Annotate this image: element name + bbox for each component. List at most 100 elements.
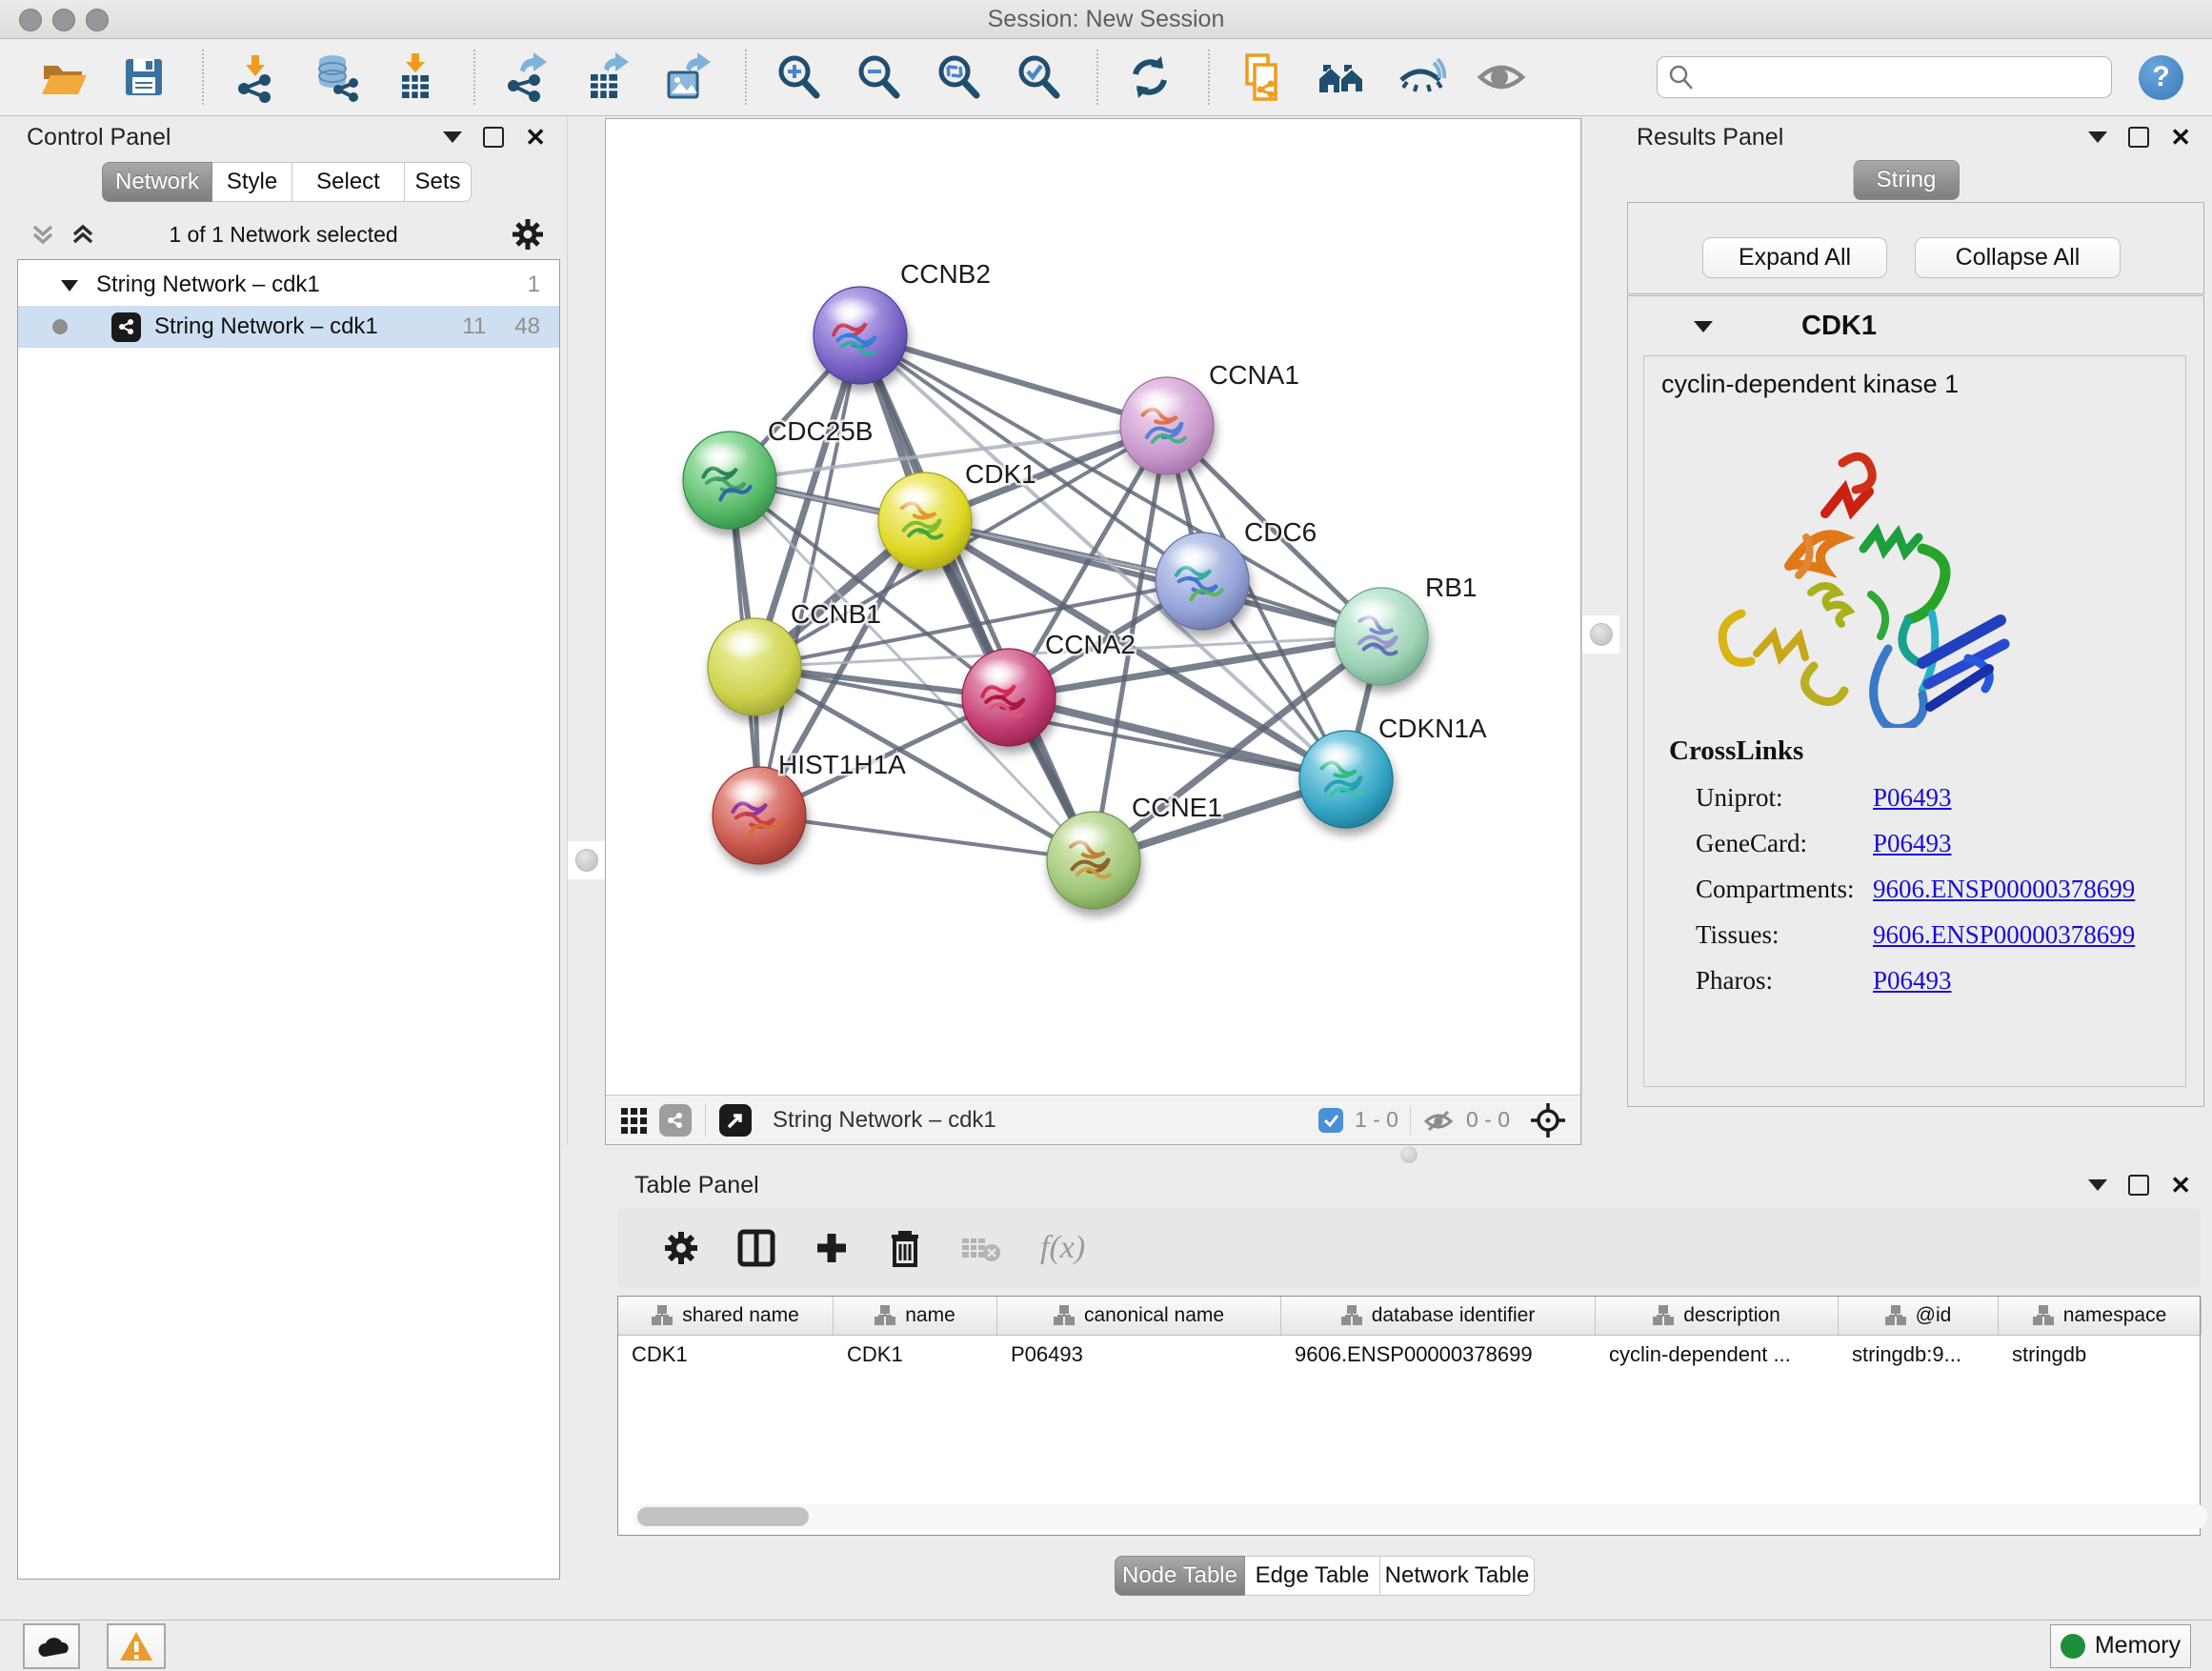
table-settings-gear-icon[interactable]	[663, 1230, 699, 1266]
table-cell[interactable]: CDK1	[618, 1336, 834, 1374]
splitter-handle[interactable]	[1400, 1146, 1418, 1163]
expand-all-button[interactable]: Expand All	[1702, 237, 1887, 278]
svg-text:CCNB2: CCNB2	[900, 259, 991, 289]
memory-label: Memory	[2095, 1632, 2181, 1660]
search-box[interactable]	[1657, 56, 2112, 98]
horizontal-splitter[interactable]	[605, 1145, 2212, 1164]
left-splitter[interactable]	[567, 116, 607, 1145]
export-image-button[interactable]	[659, 50, 714, 105]
import-table-icon	[390, 51, 441, 103]
close-panel-icon[interactable]: ✕	[2170, 1173, 2191, 1198]
import-table-button[interactable]	[388, 50, 443, 105]
show-columns-icon[interactable]	[737, 1229, 775, 1267]
scrollbar-thumb[interactable]	[637, 1507, 809, 1526]
tab-edge-table[interactable]: Edge Table	[1245, 1556, 1380, 1596]
panel-menu-icon[interactable]	[2088, 131, 2107, 143]
hidden-eye-icon[interactable]	[1422, 1106, 1455, 1135]
crosslink-link[interactable]: P06493	[1873, 966, 1952, 996]
close-panel-icon[interactable]: ✕	[2170, 125, 2191, 150]
crosslink-link[interactable]: P06493	[1873, 783, 1952, 813]
zoom-selected-button[interactable]	[1011, 50, 1066, 105]
export-network-button[interactable]	[499, 50, 554, 105]
results-panel-title: Results Panel	[1637, 124, 1783, 151]
table-cell[interactable]: P06493	[997, 1336, 1281, 1374]
show-hidden-button[interactable]	[1474, 50, 1529, 105]
add-column-icon[interactable]	[814, 1230, 850, 1266]
tab-network[interactable]: Network	[102, 162, 212, 202]
hide-selected-button[interactable]	[1394, 50, 1449, 105]
float-panel-icon[interactable]	[2128, 1175, 2149, 1196]
birdseye-view-icon[interactable]	[719, 1104, 752, 1137]
zoom-in-icon	[773, 51, 824, 103]
help-button[interactable]: ?	[2139, 55, 2183, 100]
crosslink-link[interactable]: 9606.ENSP00000378699	[1873, 875, 2135, 904]
right-splitter[interactable]	[1581, 116, 1621, 1145]
splitter-handle[interactable]	[575, 849, 598, 872]
table-row[interactable]: CDK1CDK1P064939606.ENSP00000378699cyclin…	[618, 1336, 2200, 1374]
open-session-button[interactable]	[36, 50, 91, 105]
import-network-button[interactable]	[228, 50, 283, 105]
column-header-namespace[interactable]: namespace	[1999, 1297, 2202, 1335]
search-input[interactable]	[1703, 64, 2111, 91]
toolbar-separator	[1208, 50, 1211, 105]
gene-section-header[interactable]: CDK1	[1628, 296, 2203, 355]
crosslink-label: Pharos:	[1696, 966, 1873, 996]
panel-menu-icon[interactable]	[2088, 1179, 2107, 1191]
export-table-button[interactable]	[579, 50, 634, 105]
close-panel-icon[interactable]: ✕	[525, 125, 546, 150]
table-cell[interactable]: stringdb:9...	[1839, 1336, 1999, 1374]
column-header-database-identifier[interactable]: database identifier	[1281, 1297, 1596, 1335]
warning-icon	[118, 1630, 154, 1662]
zoom-fit-button[interactable]	[931, 50, 986, 105]
splitter-handle[interactable]	[1590, 623, 1613, 646]
tree-expand-icon[interactable]	[60, 277, 79, 292]
zoom-out-icon	[853, 51, 904, 103]
network-collection-row[interactable]: String Network – cdk1 1	[18, 264, 559, 306]
column-header-shared-name[interactable]: shared name	[618, 1297, 834, 1335]
crosslink-link[interactable]: 9606.ENSP00000378699	[1873, 920, 2135, 950]
section-collapse-icon[interactable]	[1693, 317, 1714, 334]
table-cell[interactable]: 9606.ENSP00000378699	[1281, 1336, 1596, 1374]
tab-sets[interactable]: Sets	[405, 162, 472, 202]
column-header-name[interactable]: name	[834, 1297, 997, 1335]
zoom-out-button[interactable]	[851, 50, 906, 105]
crosshair-icon[interactable]	[1529, 1101, 1567, 1139]
gear-icon[interactable]	[512, 218, 544, 251]
memory-button[interactable]: Memory	[2050, 1624, 2191, 1668]
float-panel-icon[interactable]	[483, 127, 504, 148]
table-cell[interactable]: cyclin-dependent ...	[1596, 1336, 1839, 1374]
copy-network-button[interactable]	[1234, 50, 1289, 105]
show-all-networks-button[interactable]	[1314, 50, 1369, 105]
cloud-button[interactable]	[23, 1623, 80, 1669]
panel-menu-icon[interactable]	[443, 131, 462, 143]
collapse-all-button[interactable]: Collapse All	[1915, 237, 2121, 278]
float-panel-icon[interactable]	[2128, 127, 2149, 148]
table-cell[interactable]: stringdb	[1999, 1336, 2202, 1374]
crosslink-row: Tissues: 9606.ENSP00000378699	[1669, 920, 2135, 950]
network-row[interactable]: String Network – cdk1 11 48	[18, 306, 559, 348]
apply-layout-button[interactable]	[1122, 50, 1177, 105]
delete-column-icon[interactable]	[888, 1228, 922, 1268]
tab-node-table[interactable]: Node Table	[1115, 1556, 1245, 1596]
table-cell[interactable]: CDK1	[834, 1336, 997, 1374]
status-bar: Memory	[0, 1620, 2212, 1671]
zoom-in-button[interactable]	[771, 50, 826, 105]
selected-checkbox-icon[interactable]	[1318, 1108, 1343, 1133]
tab-style[interactable]: Style	[212, 162, 292, 202]
save-session-button[interactable]	[116, 50, 171, 105]
import-database-button[interactable]	[308, 50, 363, 105]
grid-view-icon[interactable]	[619, 1106, 648, 1135]
column-header-description[interactable]: description	[1596, 1297, 1839, 1335]
network-canvas[interactable]: CCNB2CCNA1CDC25BCDK1CDC6RB1CCNB1CCNA2CDK…	[606, 119, 1580, 1095]
table-horizontal-scrollbar[interactable]	[633, 1504, 2207, 1529]
node-table[interactable]: shared namenamecanonical namedatabase id…	[617, 1296, 2201, 1536]
network-view-icon[interactable]	[659, 1104, 692, 1137]
svg-text:CCNB1: CCNB1	[791, 599, 881, 629]
column-header-canonical-name[interactable]: canonical name	[997, 1297, 1281, 1335]
tab-string[interactable]: String	[1853, 160, 1960, 200]
tab-network-table[interactable]: Network Table	[1380, 1556, 1535, 1596]
crosslink-link[interactable]: P06493	[1873, 829, 1952, 858]
tab-select[interactable]: Select	[292, 162, 405, 202]
column-header--id[interactable]: @id	[1839, 1297, 1999, 1335]
warnings-button[interactable]	[107, 1623, 166, 1669]
